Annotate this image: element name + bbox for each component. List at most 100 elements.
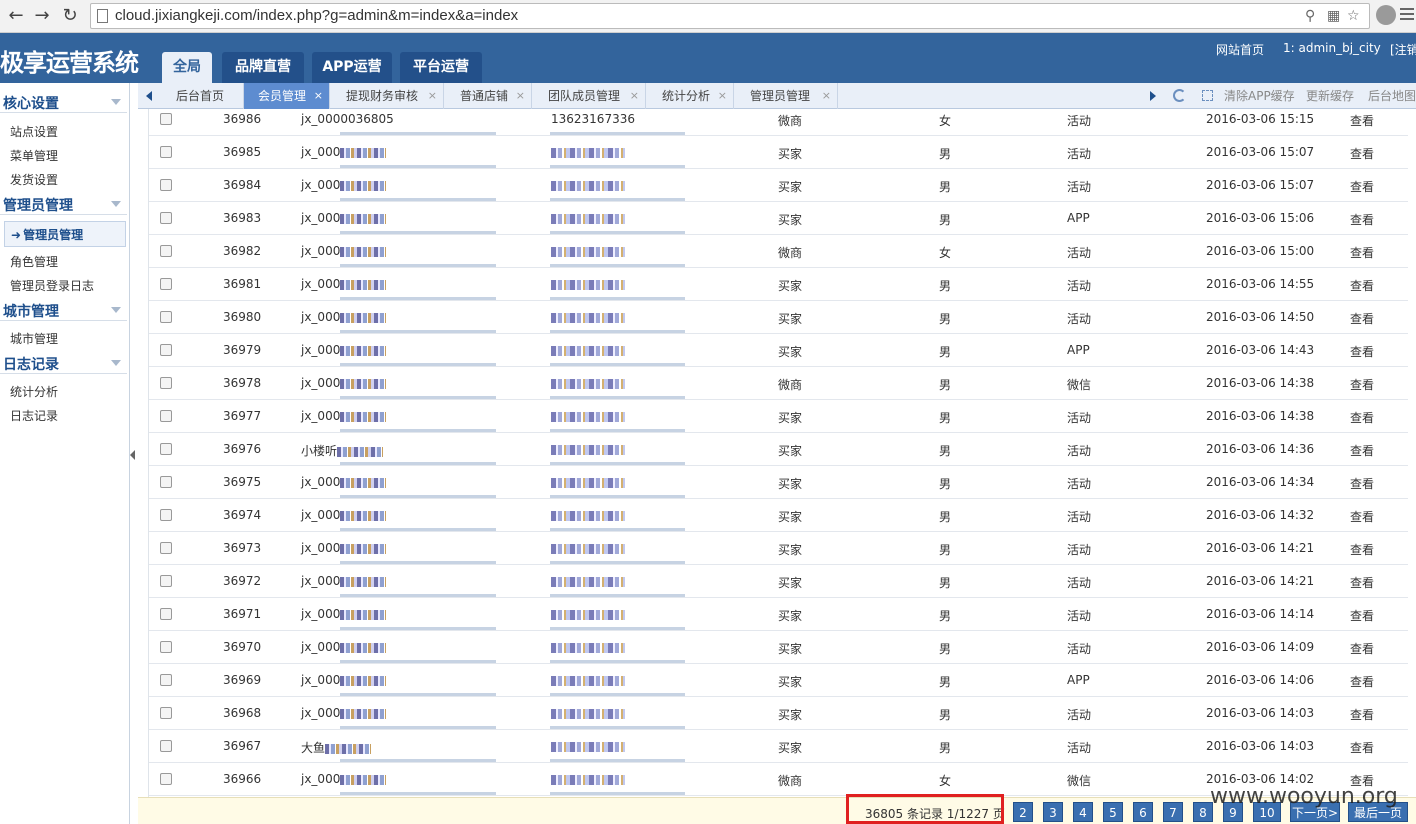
sidebar-item-admin-manage[interactable]: ➜ 管理员管理	[4, 221, 126, 247]
view-link[interactable]: 查看	[1350, 541, 1374, 558]
sidebar-item-roles[interactable]: 角色管理	[10, 253, 58, 270]
view-link[interactable]: 查看	[1350, 145, 1374, 162]
row-checkbox[interactable]	[160, 344, 172, 356]
scroll-left-icon[interactable]	[146, 91, 152, 101]
row-checkbox[interactable]	[160, 179, 172, 191]
main-tab-platform[interactable]: 平台运营	[400, 52, 482, 83]
row-checkbox[interactable]	[160, 476, 172, 488]
view-link[interactable]: 查看	[1350, 739, 1374, 756]
site-home-link[interactable]: 网站首页	[1216, 41, 1264, 58]
page-button[interactable]: 3	[1043, 802, 1063, 822]
main-tab-global[interactable]: 全局	[162, 52, 212, 83]
browser-menu-icon[interactable]	[1400, 8, 1414, 23]
row-checkbox[interactable]	[160, 773, 172, 785]
row-checkbox[interactable]	[160, 608, 172, 620]
row-checkbox[interactable]	[160, 509, 172, 521]
chevron-down-icon[interactable]	[111, 99, 121, 105]
subtab-stats[interactable]: 统计分析 ×	[646, 83, 734, 109]
view-link[interactable]: 查看	[1350, 211, 1374, 228]
page-button[interactable]: 6	[1133, 802, 1153, 822]
main-tab-brand[interactable]: 品牌直营	[222, 52, 304, 83]
view-link[interactable]: 查看	[1350, 574, 1374, 591]
forward-arrow-icon[interactable]: →	[30, 4, 54, 28]
subtab-shops[interactable]: 普通店铺 ×	[444, 83, 532, 109]
sidebar-item-log-records[interactable]: 日志记录	[10, 407, 58, 424]
scroll-right-icon[interactable]	[1150, 91, 1156, 101]
row-checkbox[interactable]	[160, 707, 172, 719]
main-tab-app[interactable]: APP运营	[312, 52, 392, 83]
view-link[interactable]: 查看	[1350, 640, 1374, 657]
subtab-admin-manage[interactable]: 管理员管理 ×	[734, 83, 838, 109]
sidebar-item-city-manage[interactable]: 城市管理	[10, 330, 58, 347]
row-checkbox[interactable]	[160, 740, 172, 752]
clear-app-cache-link[interactable]: 清除APP缓存	[1224, 83, 1295, 109]
row-checkbox[interactable]	[160, 575, 172, 587]
sidebar-group-city[interactable]: 城市管理	[0, 299, 127, 321]
sidebar-item-login-log[interactable]: 管理员登录日志	[10, 277, 94, 294]
page-button[interactable]: 4	[1073, 802, 1093, 822]
back-arrow-icon[interactable]: ←	[4, 4, 28, 28]
address-bar[interactable]: cloud.jixiangkeji.com/index.php?g=admin&…	[90, 3, 1370, 29]
view-link[interactable]: 查看	[1350, 277, 1374, 294]
view-link[interactable]: 查看	[1350, 343, 1374, 360]
sidebar-group-admin[interactable]: 管理员管理	[0, 193, 127, 215]
chevron-down-icon[interactable]	[111, 201, 121, 207]
row-checkbox[interactable]	[160, 674, 172, 686]
chevron-down-icon[interactable]	[111, 360, 121, 366]
row-checkbox[interactable]	[160, 212, 172, 224]
key-icon[interactable]: ⚲	[1305, 8, 1315, 24]
row-checkbox[interactable]	[160, 146, 172, 158]
page-button[interactable]: 7	[1163, 802, 1183, 822]
close-icon[interactable]: ×	[314, 83, 323, 109]
view-link[interactable]: 查看	[1350, 244, 1374, 261]
page-button[interactable]: 5	[1103, 802, 1123, 822]
close-icon[interactable]: ×	[516, 83, 525, 109]
row-checkbox[interactable]	[160, 542, 172, 554]
close-icon[interactable]: ×	[822, 83, 831, 109]
chevron-down-icon[interactable]	[111, 307, 121, 313]
sidebar-group-logs[interactable]: 日志记录	[0, 352, 127, 374]
row-checkbox[interactable]	[160, 245, 172, 257]
subtab-dashboard[interactable]: 后台首页	[160, 83, 244, 109]
view-link[interactable]: 查看	[1350, 178, 1374, 195]
view-link[interactable]: 查看	[1350, 310, 1374, 327]
sidebar-collapse-icon[interactable]	[130, 450, 135, 460]
update-cache-link[interactable]: 更新缓存	[1306, 83, 1354, 109]
view-link[interactable]: 查看	[1350, 508, 1374, 525]
row-checkbox[interactable]	[160, 641, 172, 653]
view-link[interactable]: 查看	[1350, 442, 1374, 459]
bookmark-star-icon[interactable]: ☆	[1347, 8, 1360, 24]
url-text[interactable]: cloud.jixiangkeji.com/index.php?g=admin&…	[115, 7, 518, 24]
view-link[interactable]: 查看	[1350, 409, 1374, 426]
view-link[interactable]: 查看	[1350, 673, 1374, 690]
row-checkbox[interactable]	[160, 113, 172, 125]
backend-map-link[interactable]: 后台地图	[1368, 83, 1416, 109]
subtab-withdraw-audit[interactable]: 提现财务审核 ×	[330, 83, 444, 109]
fullscreen-icon[interactable]	[1202, 90, 1213, 101]
sidebar-item-site-settings[interactable]: 站点设置	[10, 123, 58, 140]
view-link[interactable]: 查看	[1350, 706, 1374, 723]
sidebar-item-shipping[interactable]: 发货设置	[10, 171, 58, 188]
sidebar-item-stats[interactable]: 统计分析	[10, 383, 58, 400]
subtab-members[interactable]: 会员管理 ×	[244, 83, 330, 109]
view-link[interactable]: 查看	[1350, 475, 1374, 492]
logout-link[interactable]: [注销	[1390, 41, 1416, 58]
sidebar-group-core[interactable]: 核心设置	[0, 91, 127, 113]
close-icon[interactable]: ×	[718, 83, 727, 109]
close-icon[interactable]: ×	[630, 83, 639, 109]
reload-icon[interactable]: ↻	[58, 4, 82, 28]
page-button[interactable]: 2	[1013, 802, 1033, 822]
extension-globe-icon[interactable]	[1376, 5, 1396, 25]
view-link[interactable]: 查看	[1350, 607, 1374, 624]
close-icon[interactable]: ×	[428, 83, 437, 109]
row-checkbox[interactable]	[160, 443, 172, 455]
subtab-team-members[interactable]: 团队成员管理 ×	[532, 83, 646, 109]
row-checkbox[interactable]	[160, 410, 172, 422]
row-checkbox[interactable]	[160, 311, 172, 323]
sidebar-item-menu[interactable]: 菜单管理	[10, 147, 58, 164]
view-link[interactable]: 查看	[1350, 112, 1374, 129]
row-checkbox[interactable]	[160, 377, 172, 389]
refresh-icon[interactable]	[1173, 89, 1186, 102]
view-link[interactable]: 查看	[1350, 376, 1374, 393]
row-checkbox[interactable]	[160, 278, 172, 290]
